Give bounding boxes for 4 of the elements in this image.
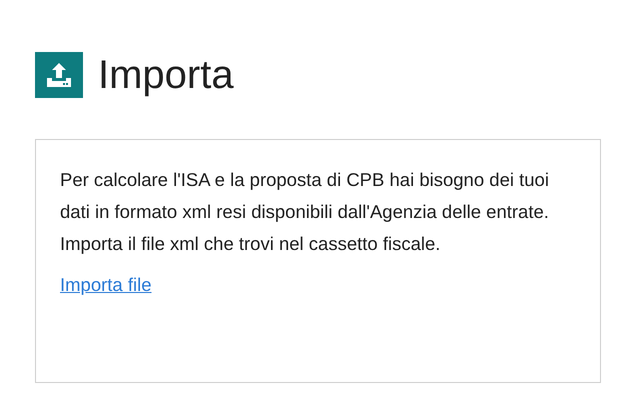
info-message: Per calcolare l'ISA e la proposta di CPB hai bisogno dei tuoi dati in formato xml resi disponibili dall'Agenzia delle entrate. Importa il file xml che trovi nel cassetto fiscale. — [60, 168, 550, 256]
import-file-link[interactable]: Importa file — [60, 274, 152, 296]
page-title: Importa — [98, 52, 234, 98]
upload-icon — [35, 52, 83, 98]
